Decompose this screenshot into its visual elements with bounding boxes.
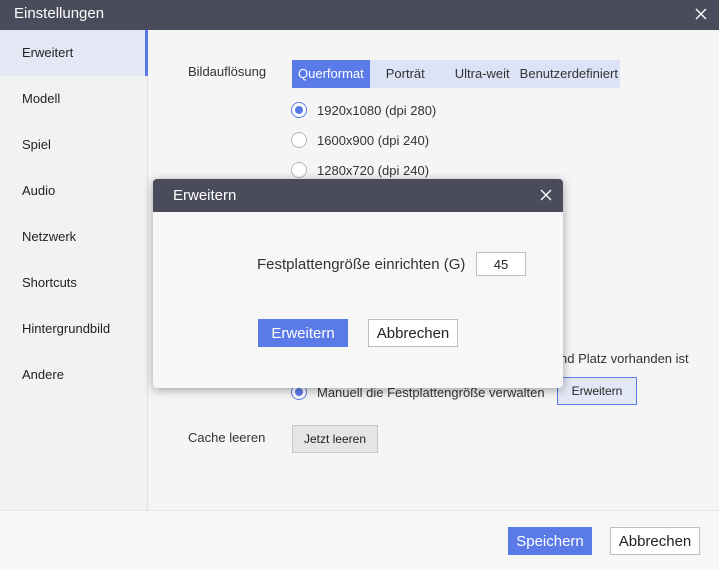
sidebar-item-label: Spiel: [22, 137, 51, 152]
cancel-button[interactable]: Abbrechen: [610, 527, 700, 555]
radio-button[interactable]: [291, 162, 307, 178]
close-icon[interactable]: [693, 6, 709, 22]
sidebar-item-label: Shortcuts: [22, 275, 77, 290]
sidebar-item-label: Erweitert: [22, 45, 74, 60]
sidebar-item-label: Netzwerk: [22, 229, 77, 244]
radio-button[interactable]: [291, 102, 307, 118]
sidebar-item-label: Modell: [22, 91, 61, 106]
dialog-title: Erweitern: [173, 187, 237, 204]
resolution-option-1280[interactable]: 1280x720 (dpi 240): [291, 160, 429, 180]
disk-size-label: Festplattengröße einrichten (G): [257, 256, 466, 273]
resolution-tabs: Querformat Porträt Ultra-weit Benutzerde…: [292, 60, 620, 88]
close-icon[interactable]: [539, 188, 553, 202]
sidebar-item-netzwerk[interactable]: Netzwerk: [0, 214, 148, 260]
sidebar-item-label: Audio: [22, 183, 56, 198]
clear-cache-button[interactable]: Jetzt leeren: [292, 425, 378, 453]
disk-size-input[interactable]: [476, 252, 526, 276]
sidebar-item-audio[interactable]: Audio: [0, 168, 148, 214]
window-titlebar: Einstellungen: [0, 0, 719, 30]
tab-ultra-weit[interactable]: Ultra-weit: [439, 60, 516, 88]
save-button[interactable]: Speichern: [508, 527, 592, 555]
sidebar-item-modell[interactable]: Modell: [0, 76, 148, 122]
tab-benutzerdefiniert[interactable]: Benutzerdefiniert: [516, 60, 620, 88]
dialog-header: Erweitern: [153, 179, 563, 212]
window-title: Einstellungen: [14, 5, 105, 22]
dialog-cancel-button[interactable]: Abbrechen: [368, 319, 458, 347]
radio-button[interactable]: [291, 132, 307, 148]
resolution-option-label: 1280x720 (dpi 240): [317, 162, 430, 178]
auto-disk-option-label: nd Platz vorhanden ist: [560, 351, 689, 366]
expand-disk-button[interactable]: Erweitern: [557, 377, 637, 405]
resolution-label: Bildauflösung: [188, 64, 267, 79]
sidebar-item-erweitert[interactable]: Erweitert: [0, 30, 148, 76]
resolution-option-label: 1600x900 (dpi 240): [317, 132, 430, 148]
resolution-option-1600[interactable]: 1600x900 (dpi 240): [291, 130, 429, 150]
tab-portraet[interactable]: Porträt: [370, 60, 439, 88]
dialog-confirm-button[interactable]: Erweitern: [258, 319, 348, 347]
sidebar-item-spiel[interactable]: Spiel: [0, 122, 148, 168]
settings-sidebar: Erweitert Modell Spiel Audio Netzwerk Sh…: [0, 30, 148, 510]
tab-querformat[interactable]: Querformat: [292, 60, 370, 88]
cache-label: Cache leeren: [188, 430, 266, 445]
resolution-option-label: 1920x1080 (dpi 280): [317, 102, 437, 118]
resolution-option-1920[interactable]: 1920x1080 (dpi 280): [291, 100, 436, 120]
sidebar-item-label: Andere: [22, 367, 64, 382]
sidebar-item-hintergrundbild[interactable]: Hintergrundbild: [0, 306, 148, 352]
sidebar-item-label: Hintergrundbild: [22, 321, 111, 336]
footer-bar: Speichern Abbrechen: [0, 510, 719, 570]
sidebar-item-shortcuts[interactable]: Shortcuts: [0, 260, 148, 306]
expand-dialog: Erweitern Festplattengröße einrichten (G…: [153, 179, 563, 388]
sidebar-item-andere[interactable]: Andere: [0, 352, 148, 398]
